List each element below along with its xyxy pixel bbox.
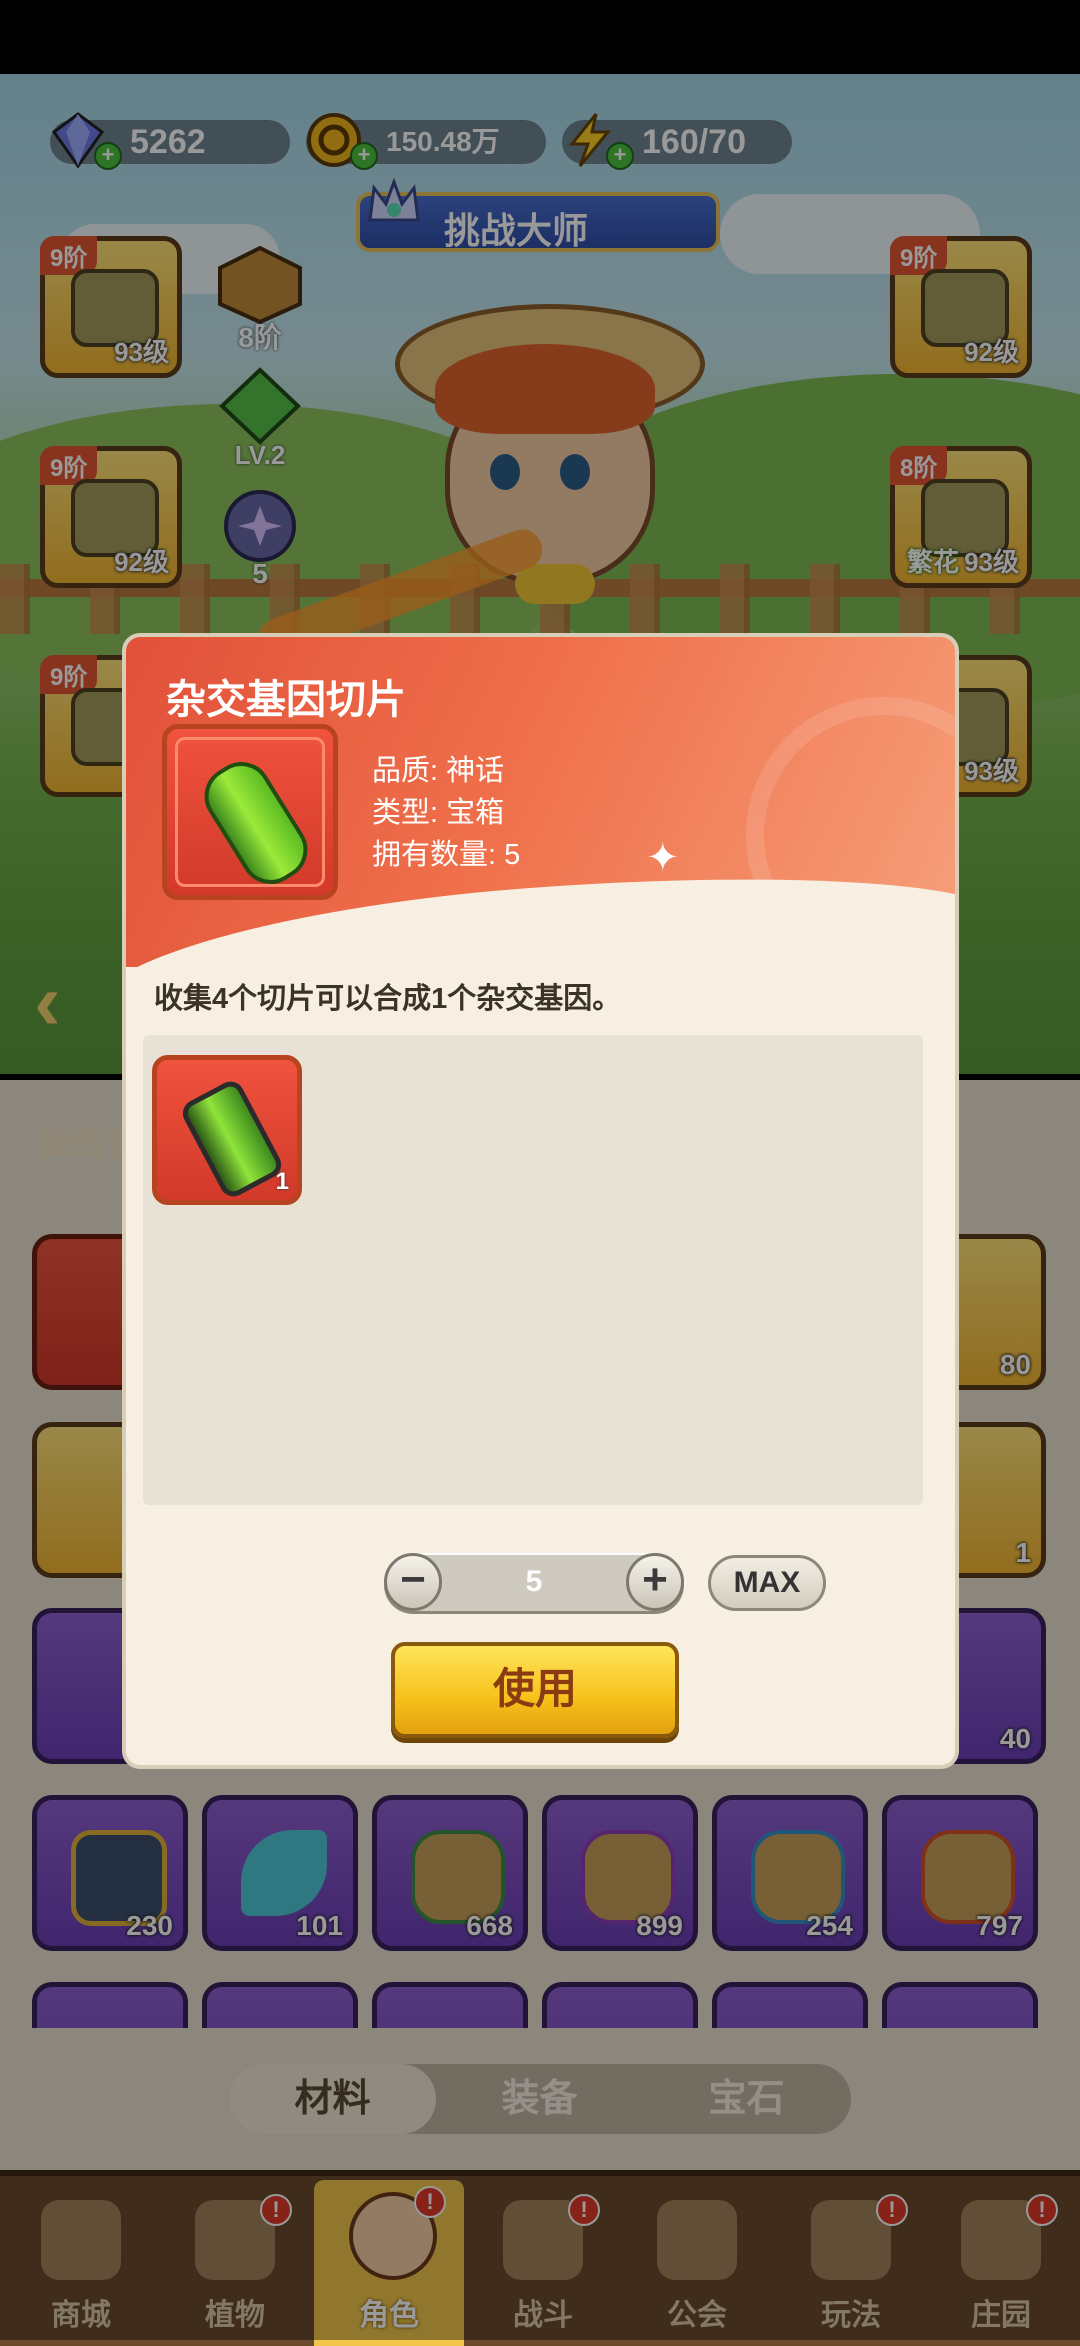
max-button[interactable]: MAX [708,1555,826,1611]
sparkle-icon: ✦ [646,836,680,880]
quantity-stepper: 5 − + [384,1553,684,1611]
item-owned: 拥有数量: 5 [372,839,521,871]
item-description: 收集4个切片可以合成1个杂交基因。 [154,983,622,1015]
nav-dim [0,2170,1080,2340]
item-detail-dialog: 杂交基因切片 品质: 神话 类型: 宝箱 拥有数量: 5 ✦ 收集4个切片可以合… [126,637,955,1765]
increase-button[interactable]: + [626,1553,684,1611]
item-type: 类型: 宝箱 [372,797,505,829]
reward-item[interactable]: 1 [152,1055,302,1205]
item-quality: 品质: 神话 [372,755,505,787]
status-bar [0,0,1080,74]
item-preview [162,724,338,900]
reward-count: 1 [275,1168,289,1195]
decrease-button[interactable]: − [384,1553,442,1611]
dialog-title: 杂交基因切片 [166,678,406,722]
use-button[interactable]: 使用 [391,1642,679,1738]
gene-tube-icon [177,1076,287,1202]
